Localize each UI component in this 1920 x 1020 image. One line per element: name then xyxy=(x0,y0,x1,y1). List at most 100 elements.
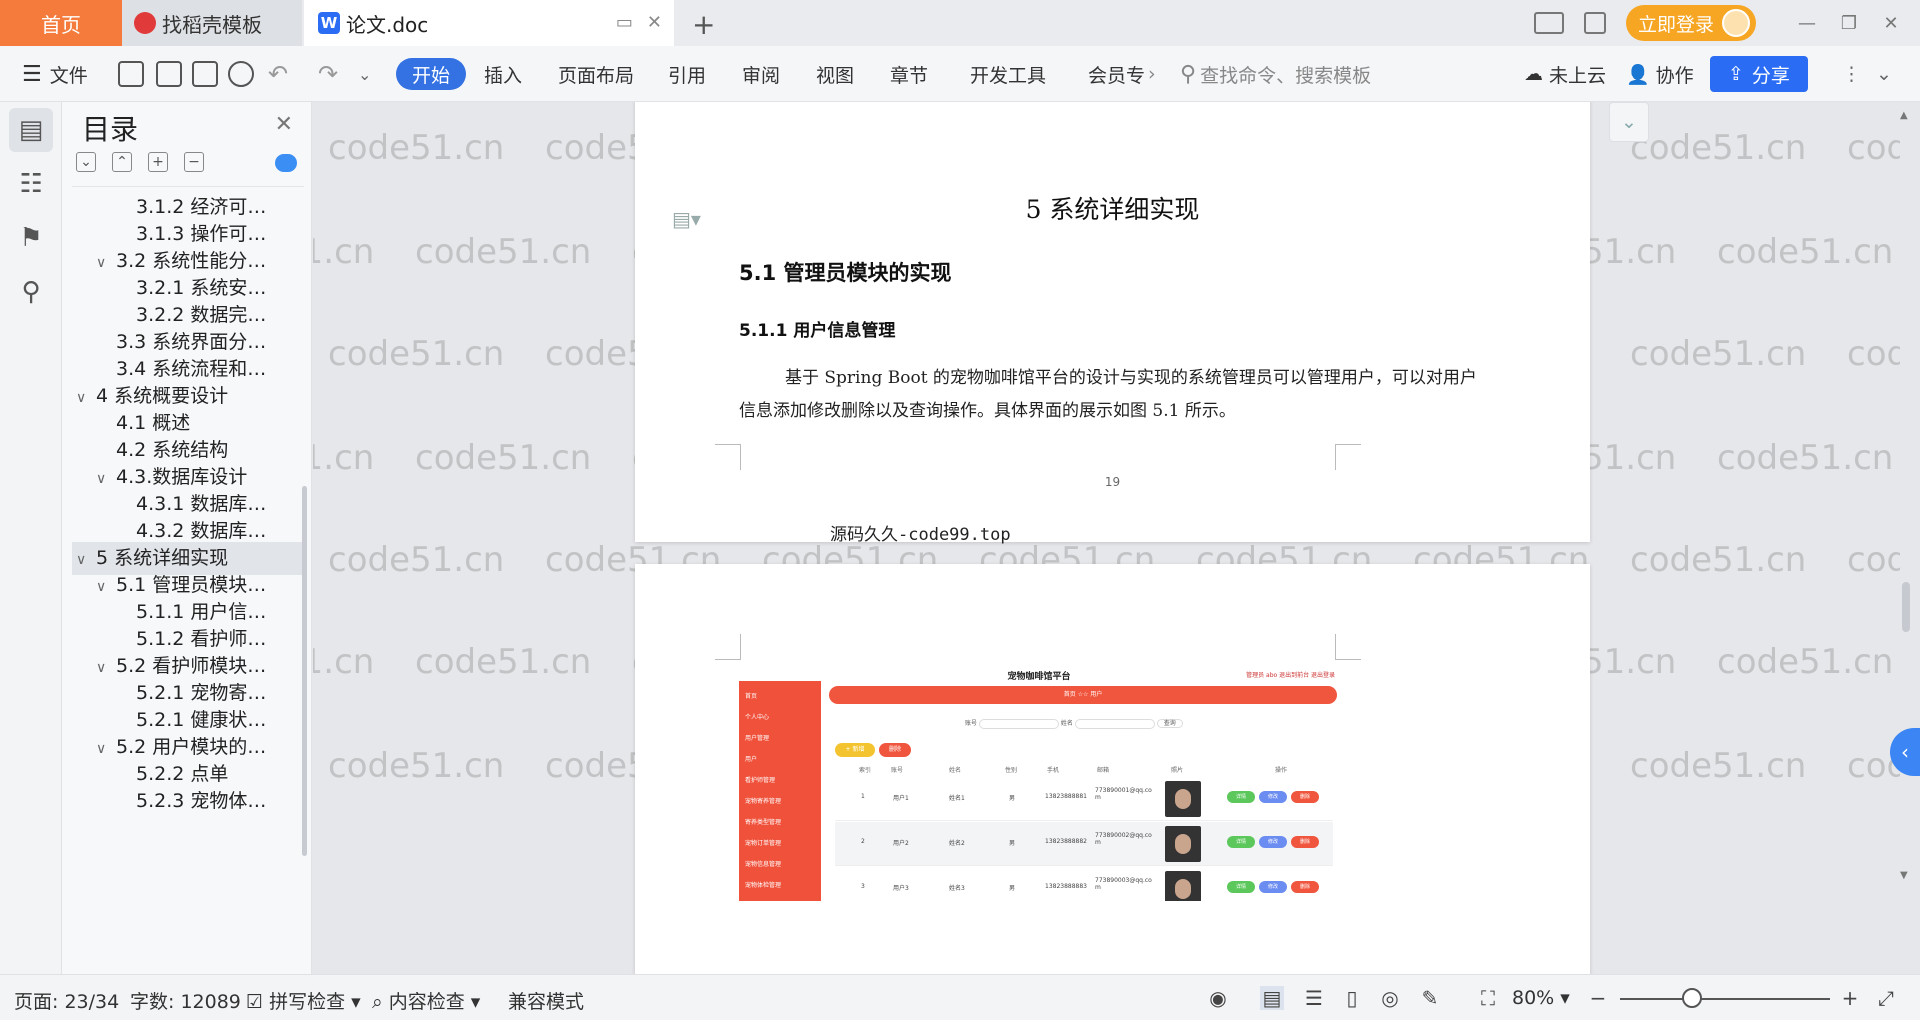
share-icon: ⇪ xyxy=(1728,63,1744,85)
page-footer[interactable]: 源码久久-code99.top xyxy=(830,520,1011,545)
document-scrollbar[interactable]: ▲ ▼ xyxy=(1900,102,1912,974)
reading-view-icon[interactable]: ▯ xyxy=(1340,986,1364,1010)
tab-review[interactable]: 审阅 xyxy=(742,56,780,92)
collapse-ribbon-icon[interactable]: ⌄ xyxy=(1876,56,1892,92)
close-icon[interactable]: ✕ xyxy=(275,112,293,137)
toc-scrollbar[interactable] xyxy=(302,186,307,972)
toc-panel-icon[interactable]: ▤ xyxy=(9,108,53,152)
print-icon[interactable] xyxy=(192,56,218,92)
page-indicator[interactable]: 页面: 23/34 xyxy=(14,987,119,1014)
more-options-icon[interactable]: ⋮ xyxy=(1842,56,1861,92)
watermark-text: code51.cn xyxy=(313,438,375,478)
user-photo xyxy=(1165,871,1201,901)
file-menu[interactable]: ☰ 文件 xyxy=(22,56,88,92)
embedded-op-button: 删除 xyxy=(1291,791,1319,803)
tab-window-icon[interactable]: ▭ xyxy=(616,12,633,33)
chapter-heading[interactable]: 5 系统详细实现 xyxy=(635,190,1590,226)
tab-template[interactable]: 找稻壳模板 xyxy=(122,0,302,46)
bookmark-icon[interactable]: ⚑ xyxy=(9,216,53,260)
search-placeholder: 查找命令、搜索模板 xyxy=(1200,64,1372,87)
zoom-out-icon[interactable]: − xyxy=(1586,986,1610,1010)
expand-up-icon[interactable]: ⌃ xyxy=(112,152,132,172)
user-icon: 👤 xyxy=(1626,63,1650,86)
outline-view-icon[interactable]: ☰ xyxy=(1302,986,1326,1010)
command-search[interactable]: ⚲ 查找命令、搜索模板 xyxy=(1180,56,1371,92)
embedded-column-header: 手机 xyxy=(1047,767,1060,774)
search-icon: ⚲ xyxy=(1180,61,1197,87)
add-heading-icon[interactable]: + xyxy=(148,152,168,172)
zoom-slider-handle[interactable] xyxy=(1682,988,1702,1008)
tab-devtools[interactable]: 开发工具 xyxy=(970,56,1046,92)
zoom-slider[interactable] xyxy=(1620,998,1830,1000)
embedded-op-button: 详情 xyxy=(1227,836,1255,848)
toc-item-label: 5.2.3 宠物体… xyxy=(136,790,267,812)
web-view-icon[interactable]: ◎ xyxy=(1378,986,1402,1010)
margin-mark xyxy=(715,444,741,470)
section-heading[interactable]: 5.1 管理员模块的实现 xyxy=(739,257,952,287)
embedded-column-header: 操作 xyxy=(1275,767,1288,774)
share-button[interactable]: ⇪ 分享 xyxy=(1710,56,1808,92)
zoom-in-icon[interactable]: + xyxy=(1838,986,1862,1010)
document-page[interactable]: ▤▾ 5 系统详细实现 5.1 管理员模块的实现 5.1.1 用户信息管理 基于… xyxy=(635,102,1590,545)
embedded-screenshot[interactable]: 宠物咖啡馆平台 管理员 abo 退出到前台 退出登录 首页 个人中心 用户管理 用户看… xyxy=(739,669,1339,901)
watermark-text: code51.cn xyxy=(313,642,375,682)
scroll-up-icon[interactable]: ▲ xyxy=(1900,110,1908,121)
tab-insert[interactable]: 插入 xyxy=(484,56,522,92)
watermark-text: code51.cn xyxy=(1717,232,1894,272)
undo-icon[interactable]: ↶ xyxy=(268,56,288,92)
document-scroll-thumb[interactable] xyxy=(1902,582,1910,632)
collapse-all-icon[interactable]: ⌄ xyxy=(76,152,96,172)
word-count[interactable]: 字数: 12089 xyxy=(130,987,241,1014)
more-tabs-icon[interactable]: › xyxy=(1148,56,1156,92)
close-window-button[interactable]: ✕ xyxy=(1870,13,1912,34)
embedded-cell: 13823888881 xyxy=(1045,793,1087,800)
tab-close-icon[interactable]: ✕ xyxy=(647,12,662,33)
find-icon[interactable]: ⚲ xyxy=(9,270,53,314)
login-button[interactable]: 立即登录 xyxy=(1625,5,1756,41)
fullscreen-icon[interactable]: ⤢ xyxy=(1874,986,1898,1010)
toc-item-label: 3.1.2 经济可… xyxy=(136,196,267,218)
tab-member[interactable]: 会员专 xyxy=(1088,56,1145,92)
body-paragraph[interactable]: 基于 Spring Boot 的宠物咖啡馆平台的设计与实现的系统管理员可以管理用… xyxy=(739,362,1479,428)
watermark-text: code51.cn xyxy=(1717,438,1894,478)
watermark-text: code51.cn xyxy=(1847,128,1900,168)
toc-scroll-thumb[interactable] xyxy=(302,486,307,856)
left-rail: ▤ ☷ ⚑ ⚲ xyxy=(0,102,62,974)
minimize-button[interactable]: — xyxy=(1786,13,1828,34)
restore-button[interactable]: ❐ xyxy=(1828,13,1870,34)
content-check-button[interactable]: ⌕ 内容检查 ▾ xyxy=(372,987,480,1014)
document-page[interactable]: 宠物咖啡馆平台 管理员 abo 退出到前台 退出登录 首页 个人中心 用户管理 用户看… xyxy=(635,564,1590,974)
spell-check-button[interactable]: ☑ 拼写检查 ▾ xyxy=(246,987,361,1014)
tab-references[interactable]: 引用 xyxy=(668,56,706,92)
new-tab-button[interactable]: + xyxy=(692,8,715,41)
save-icon[interactable] xyxy=(118,56,144,92)
tab-document[interactable]: W 论文.doc ▭ ✕ xyxy=(304,0,674,46)
watermark-text: code51.cn xyxy=(1630,334,1807,374)
collab-button[interactable]: 👤 协作 xyxy=(1626,56,1694,92)
subsection-heading[interactable]: 5.1.1 用户信息管理 xyxy=(739,316,895,341)
cloud-status[interactable]: ☁ 未上云 xyxy=(1524,56,1606,92)
layout-switch-icon[interactable] xyxy=(1533,12,1564,34)
apps-grid-icon[interactable] xyxy=(1583,12,1606,34)
eye-protection-icon[interactable]: ◉ xyxy=(1206,986,1230,1010)
page-view-icon[interactable]: ▤ xyxy=(1260,986,1284,1010)
page-view-toggle-icon[interactable]: ⌄ xyxy=(1609,102,1649,142)
scroll-down-icon[interactable]: ▼ xyxy=(1900,870,1908,881)
quick-access-dropdown-icon[interactable]: ⌄ xyxy=(358,56,371,92)
export-pdf-icon[interactable] xyxy=(156,56,182,92)
print-preview-icon[interactable] xyxy=(228,56,254,92)
toc-sync-toggle[interactable] xyxy=(275,154,297,172)
nav-pane-icon[interactable]: ☷ xyxy=(9,162,53,206)
fit-page-icon[interactable]: ⛶ xyxy=(1476,986,1500,1010)
tab-home[interactable]: 首页 xyxy=(0,0,122,46)
zoom-level[interactable]: 80% ▾ xyxy=(1512,987,1570,1009)
redo-icon[interactable]: ↷ xyxy=(318,56,338,92)
tab-chapter[interactable]: 章节 xyxy=(890,56,928,92)
tab-start[interactable]: 开始 xyxy=(396,58,467,90)
tab-view[interactable]: 视图 xyxy=(816,56,854,92)
write-mode-icon[interactable]: ✎ xyxy=(1418,986,1442,1010)
margin-mark xyxy=(1335,634,1361,660)
tab-page-layout[interactable]: 页面布局 xyxy=(558,56,634,92)
remove-heading-icon[interactable]: − xyxy=(184,152,204,172)
toc-item[interactable]: 5.2.3 宠物体… xyxy=(72,785,304,818)
